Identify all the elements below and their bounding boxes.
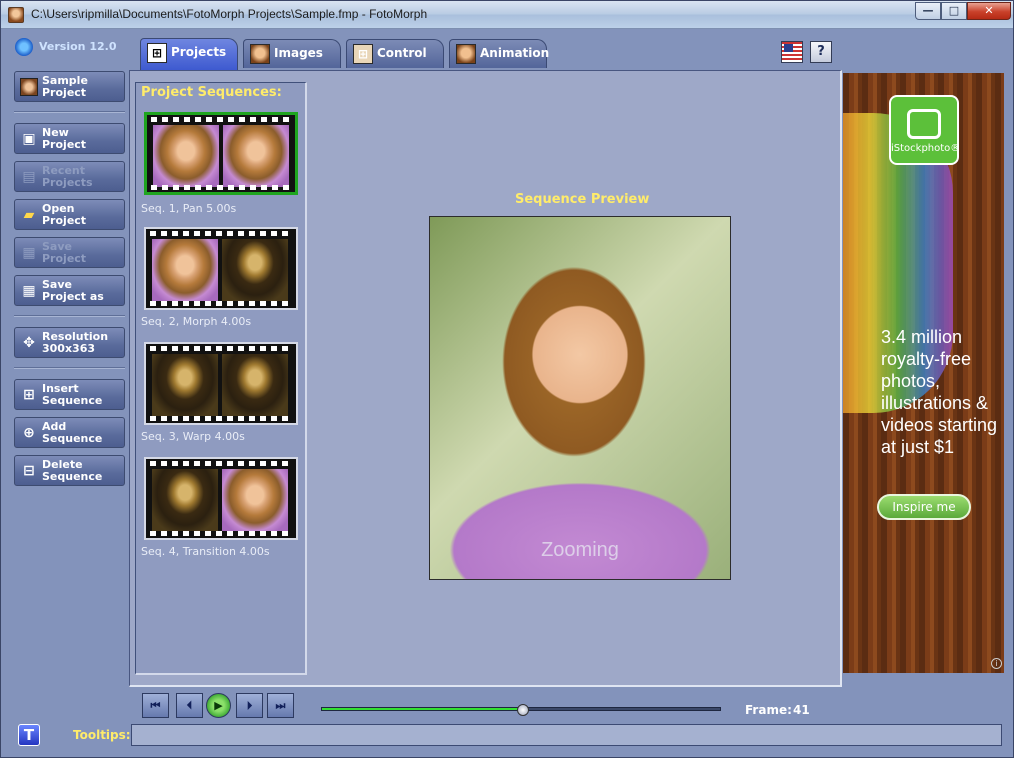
thumbnail-frame (152, 354, 218, 416)
close-button[interactable]: ✕ (967, 2, 1011, 20)
insert-sequence-label2: Sequence (42, 394, 103, 407)
tab-projects[interactable]: ⊞ Projects (140, 38, 238, 70)
open-project-label2: Project (42, 214, 87, 227)
new-project-icon: ▣ (22, 131, 36, 147)
sidebar-divider (14, 315, 125, 317)
tab-animation[interactable]: Animation (449, 39, 550, 68)
camera-icon (907, 109, 941, 139)
frame-label: Frame: (745, 703, 792, 717)
tooltips-text-box (131, 724, 1002, 746)
thumbnail-frame (222, 354, 288, 416)
sample-project-label2: Project (42, 86, 87, 99)
sidebar-divider (14, 367, 125, 369)
tab-animation-label: Animation (480, 46, 550, 60)
sequence-label-3: Seq. 3, Warp 4.00s (141, 430, 245, 443)
thumbnail-frame (152, 239, 218, 301)
tab-images-label: Images (274, 46, 323, 60)
resolution-value: 300x363 (42, 342, 96, 355)
sequence-preview-image: Zooming (429, 216, 731, 580)
sidebar-divider (14, 111, 125, 113)
add-sequence-label2: Sequence (42, 432, 103, 445)
ad-brand: iStockphoto® (891, 143, 961, 154)
version-label: Version 12.0 (15, 38, 116, 56)
istockphoto-logo: iStockphoto® (889, 95, 961, 165)
save-project-as-button[interactable]: ▦ Save Project as (14, 275, 125, 306)
new-project-button[interactable]: ▣ New Project (14, 123, 125, 154)
sequence-thumbnail-3[interactable] (144, 342, 298, 425)
last-frame-button[interactable]: ⏭ (267, 693, 294, 718)
tab-control[interactable]: ⊞ Control (346, 39, 444, 68)
save-project-label2: Project (42, 252, 87, 265)
control-points-icon: ⊞ (353, 44, 373, 64)
sequence-label-4: Seq. 4, Transition 4.00s (141, 545, 270, 558)
recent-projects-icon: ▤ (22, 169, 36, 185)
tooltips-label: Tooltips: (73, 728, 131, 742)
maximize-button[interactable]: □ (941, 2, 967, 20)
inspire-me-button[interactable]: Inspire me (877, 494, 971, 520)
sample-project-button[interactable]: Sample Project (14, 71, 125, 102)
save-project-as-label2: Project as (42, 290, 104, 303)
title-bar[interactable]: C:\Users\ripmilla\Documents\FotoMorph Pr… (1, 1, 1013, 29)
sequence-thumbnail-4[interactable] (144, 457, 298, 540)
slider-handle[interactable] (517, 704, 529, 716)
sequence-preview-title: Sequence Preview (515, 192, 650, 207)
save-disk-icon: ▦ (22, 245, 36, 261)
sequence-thumbnail-1[interactable] (144, 112, 298, 195)
sequence-thumbnail-2[interactable] (144, 227, 298, 310)
animation-icon (456, 44, 476, 64)
save-project-button[interactable]: ▦ Save Project (14, 237, 125, 268)
frame-value: 41 (793, 703, 810, 717)
thumbnail-frame (153, 125, 219, 187)
help-button[interactable]: ? (810, 41, 832, 63)
save-as-icon: ▦ (22, 283, 36, 299)
insert-sequence-button[interactable]: ⊞ Insert Sequence (14, 379, 125, 410)
delete-sequence-button[interactable]: ⊟ Delete Sequence (14, 455, 125, 486)
thumbnail-frame (152, 469, 218, 531)
insert-sequence-icon: ⊞ (23, 387, 35, 403)
thumbnail-frame (223, 125, 289, 187)
move-arrows-icon: ✥ (23, 335, 35, 351)
grid-icon: ⊞ (147, 43, 167, 63)
thumbnail-frame (222, 239, 288, 301)
preview-caption: Zooming (541, 539, 619, 561)
tab-control-label: Control (377, 46, 427, 60)
resolution-button[interactable]: ✥ Resolution 300x363 (14, 327, 125, 358)
delete-sequence-label2: Sequence (42, 470, 103, 483)
ad-text: 3.4 million royalty-free photos, illustr… (881, 327, 998, 457)
play-button[interactable]: ▶ (206, 693, 231, 718)
minimize-button[interactable]: — (915, 2, 941, 20)
portrait-icon (250, 44, 270, 64)
next-frame-button[interactable]: ⏵ (236, 693, 263, 718)
sequence-label-1: Seq. 1, Pan 5.00s (141, 202, 237, 215)
advertisement-banner[interactable]: iStockphoto® 3.4 million royalty-free ph… (843, 73, 1004, 673)
open-folder-icon: ▰ (23, 207, 35, 223)
tab-projects-label: Projects (171, 45, 227, 59)
sequence-label-2: Seq. 2, Morph 4.00s (141, 315, 252, 328)
new-project-label2: Project (42, 138, 87, 151)
app-icon (8, 7, 24, 23)
previous-frame-button[interactable]: ⏴ (176, 693, 203, 718)
tab-images[interactable]: Images (243, 39, 341, 68)
add-sequence-icon: ⊕ (23, 425, 35, 441)
slider-progress-fill (322, 708, 524, 710)
first-frame-button[interactable]: ⏮ (142, 693, 169, 718)
window-title: C:\Users\ripmilla\Documents\FotoMorph Pr… (31, 7, 428, 21)
open-project-button[interactable]: ▰ Open Project (14, 199, 125, 230)
thumbnail-frame (222, 469, 288, 531)
recent-projects-button[interactable]: ▤ Recent Projects (14, 161, 125, 192)
add-sequence-button[interactable]: ⊕ Add Sequence (14, 417, 125, 448)
tooltips-toggle-button[interactable]: T (18, 724, 40, 746)
fotomorph-logo-icon (15, 38, 33, 56)
delete-sequence-icon: ⊟ (23, 463, 35, 479)
recent-projects-label2: Projects (42, 176, 93, 189)
ad-info-icon[interactable]: i (991, 658, 1002, 669)
project-sequences-title: Project Sequences: (141, 85, 282, 100)
language-flag-button[interactable] (781, 41, 803, 63)
portrait-icon (20, 78, 38, 96)
version-text: Version 12.0 (39, 40, 117, 53)
app-window: C:\Users\ripmilla\Documents\FotoMorph Pr… (0, 0, 1014, 758)
